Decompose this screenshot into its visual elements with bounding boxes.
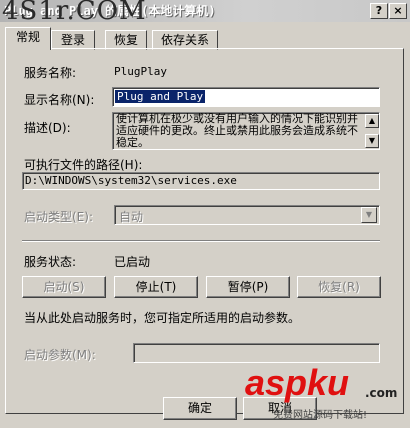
tab-logon[interactable]: 登录 — [51, 30, 95, 50]
watermark-logo: aspku .com 免费网站源码下载站! — [245, 362, 405, 422]
service-name-label: 服务名称: — [24, 66, 77, 80]
startup-type-select[interactable]: 自动 ▼ — [114, 205, 380, 225]
display-name-field[interactable]: Plug and Play — [112, 87, 380, 107]
start-params-label: 启动参数(M): — [24, 348, 96, 362]
tab-dependencies[interactable]: 依存关系 — [152, 30, 218, 50]
exe-path-label: 可执行文件的路径(H): — [24, 158, 143, 172]
resume-button[interactable]: 恢复(R) — [297, 276, 381, 298]
service-status-label: 服务状态: — [24, 255, 77, 269]
display-name-value: Plug and Play — [115, 90, 206, 103]
scroll-down-icon[interactable]: ▼ — [365, 134, 379, 148]
start-params-hint: 当从此处启动服务时，您可指定所适用的启动参数。 — [24, 311, 301, 325]
description-label: 描述(D): — [24, 121, 71, 135]
description-field[interactable]: 使计算机在极少或没有用户输入的情况下能识别并适应硬件的更改。终止或禁用此服务会造… — [112, 112, 380, 150]
stop-button[interactable]: 停止(T) — [114, 276, 198, 298]
description-text: 使计算机在极少或没有用户输入的情况下能识别并适应硬件的更改。终止或禁用此服务会造… — [116, 113, 358, 149]
watermark-subtitle: 免费网站源码下载站! — [273, 410, 368, 421]
service-name-value: PlugPlay — [114, 65, 167, 78]
watermark-brand: aspku — [245, 362, 350, 403]
ok-button[interactable]: 确定 — [163, 397, 237, 420]
start-button[interactable]: 启动(S) — [22, 276, 106, 298]
divider — [22, 240, 380, 242]
help-button[interactable]: ? — [370, 3, 388, 19]
tab-general[interactable]: 常规 — [5, 27, 51, 50]
service-status-value: 已启动 — [114, 255, 151, 269]
close-button[interactable]: × — [389, 3, 407, 19]
startup-type-value: 自动 — [119, 210, 144, 224]
exe-path-value: D:\WINDOWS\system32\services.exe — [25, 174, 237, 187]
startup-type-label: 启动类型(E): — [24, 210, 93, 224]
pause-button[interactable]: 暂停(P) — [206, 276, 290, 298]
display-name-label: 显示名称(N): — [24, 93, 95, 107]
exe-path-field[interactable]: D:\WINDOWS\system32\services.exe — [22, 172, 380, 190]
tab-recovery[interactable]: 恢复 — [105, 30, 147, 50]
chevron-down-icon[interactable]: ▼ — [361, 207, 377, 223]
start-params-input[interactable] — [133, 343, 380, 363]
watermark-brand-suffix: .com — [365, 386, 398, 400]
watermark-logo-top: 4S1r.COM — [2, 0, 147, 26]
scroll-up-icon[interactable]: ▲ — [365, 114, 379, 128]
